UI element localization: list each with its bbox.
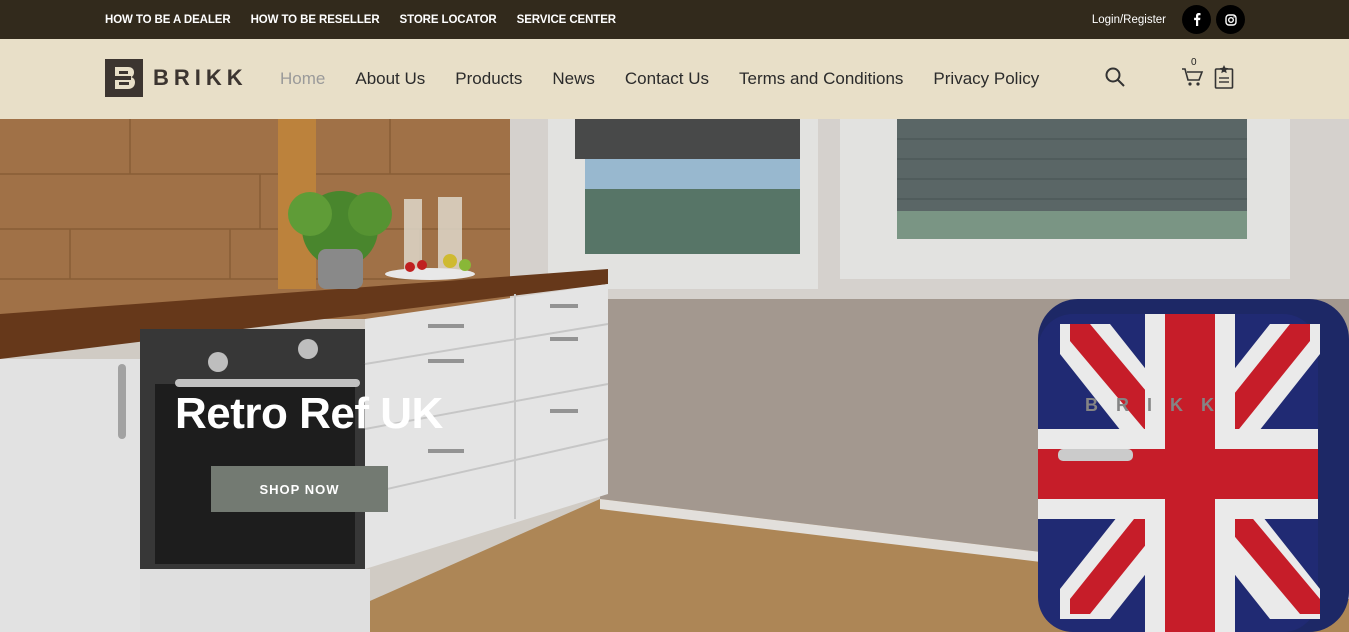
login-register-link[interactable]: Login/Register (1092, 14, 1166, 26)
link-store-locator[interactable]: STORE LOCATOR (400, 14, 497, 26)
search-icon[interactable] (1104, 66, 1126, 93)
top-right: Login/Register (1092, 0, 1245, 39)
header-icons: 0 (1104, 39, 1235, 119)
main-nav: Home About Us Products News Contact Us T… (280, 39, 1069, 119)
top-links: HOW TO BE A DEALER HOW TO BE RESELLER ST… (105, 0, 636, 39)
hero-banner: BRIKK Retro Ref UK SHOP NOW (0, 119, 1349, 632)
nav-contact-us[interactable]: Contact Us (625, 69, 709, 89)
instagram-icon[interactable] (1216, 5, 1245, 34)
top-bar: HOW TO BE A DEALER HOW TO BE RESELLER ST… (0, 0, 1349, 39)
nav-products[interactable]: Products (455, 69, 522, 89)
nav-terms[interactable]: Terms and Conditions (739, 69, 903, 89)
shop-now-button[interactable]: SHOP NOW (211, 466, 388, 512)
cart-count: 0 (1191, 56, 1197, 68)
link-service-center[interactable]: SERVICE CENTER (517, 14, 616, 26)
facebook-icon[interactable] (1182, 5, 1211, 34)
logo-text: BRIKK (153, 65, 248, 90)
nav-privacy-policy[interactable]: Privacy Policy (933, 69, 1039, 89)
nav-news[interactable]: News (552, 69, 595, 89)
brand-logo[interactable]: BRIKK (105, 59, 248, 97)
hero-title: Retro Ref UK (175, 389, 443, 438)
nav-about-us[interactable]: About Us (355, 69, 425, 89)
link-how-to-be-reseller[interactable]: HOW TO BE RESELLER (251, 14, 380, 26)
hero-image: BRIKK (0, 119, 1349, 632)
nav-home[interactable]: Home (280, 69, 325, 89)
link-how-to-be-dealer[interactable]: HOW TO BE A DEALER (105, 14, 231, 26)
wishlist-icon[interactable] (1213, 64, 1235, 95)
logo-mark-icon (105, 59, 143, 97)
main-header: BRIKK Home About Us Products News Contac… (0, 39, 1349, 119)
cart-icon[interactable]: 0 (1181, 57, 1205, 93)
